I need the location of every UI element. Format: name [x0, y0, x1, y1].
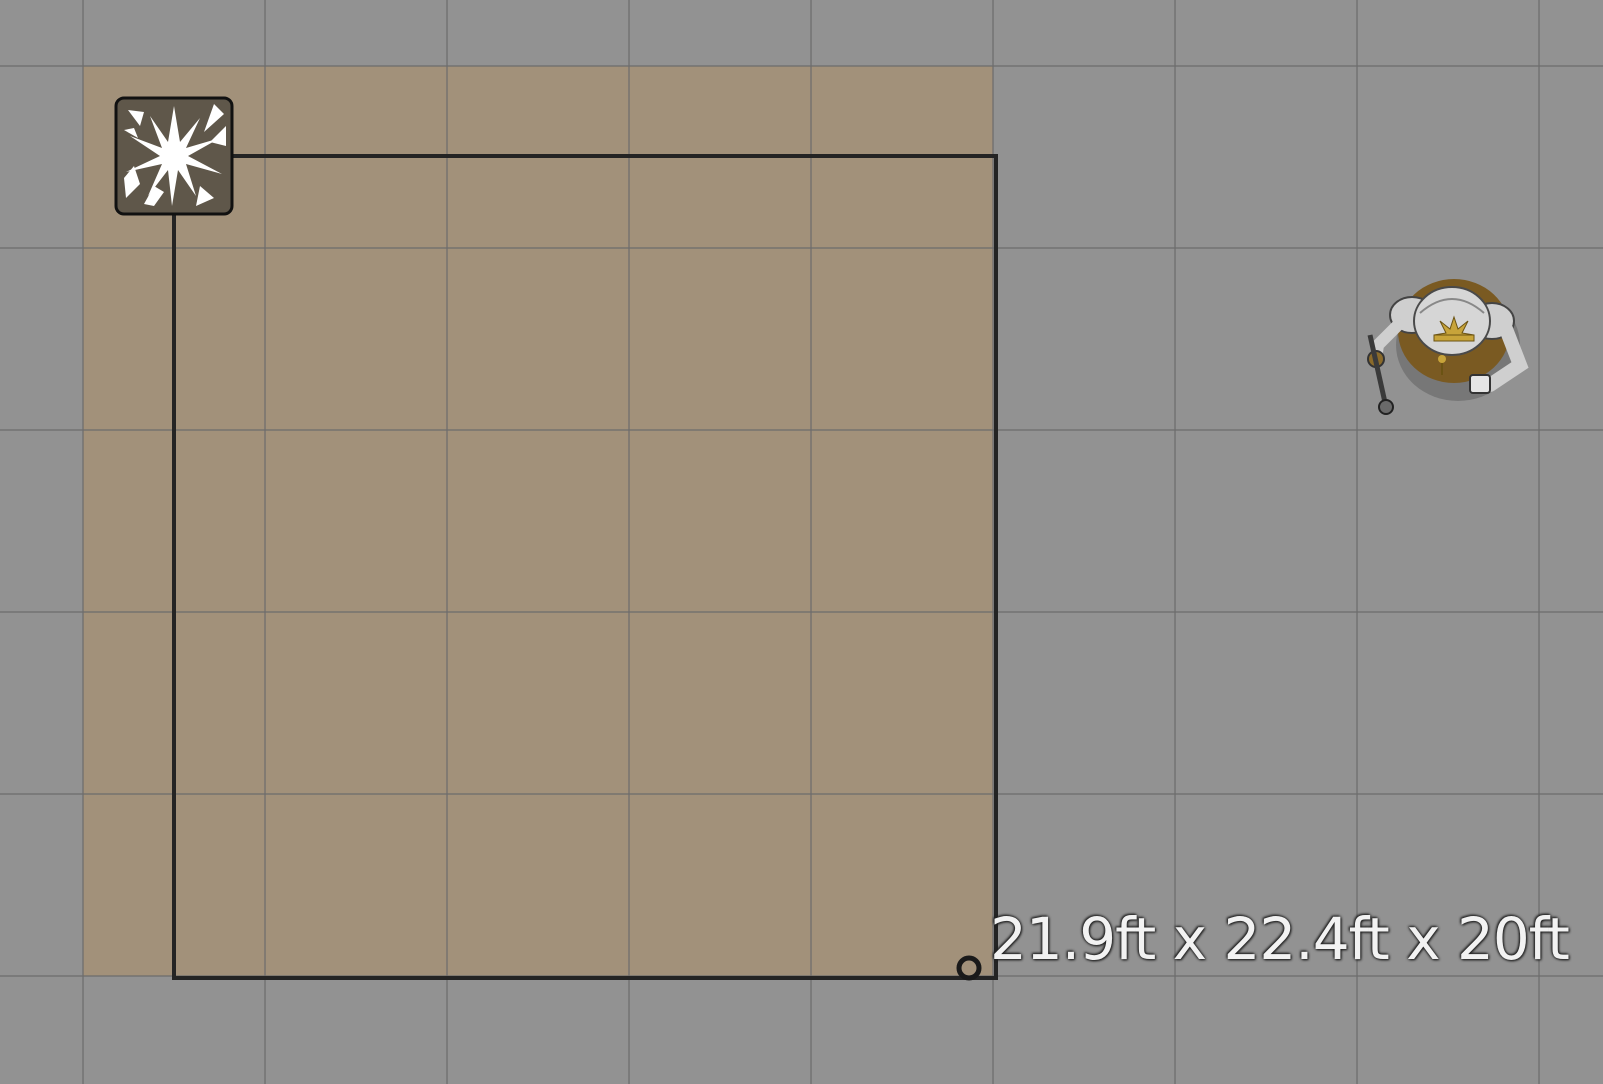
burst-icon[interactable] — [114, 96, 234, 216]
measurement-label: 21.9ft x 22.4ft x 20ft — [990, 905, 1570, 973]
armored-cleric-token[interactable] — [1367, 279, 1529, 415]
battle-map[interactable]: 21.9ft x 22.4ft x 20ft — [0, 0, 1603, 1084]
